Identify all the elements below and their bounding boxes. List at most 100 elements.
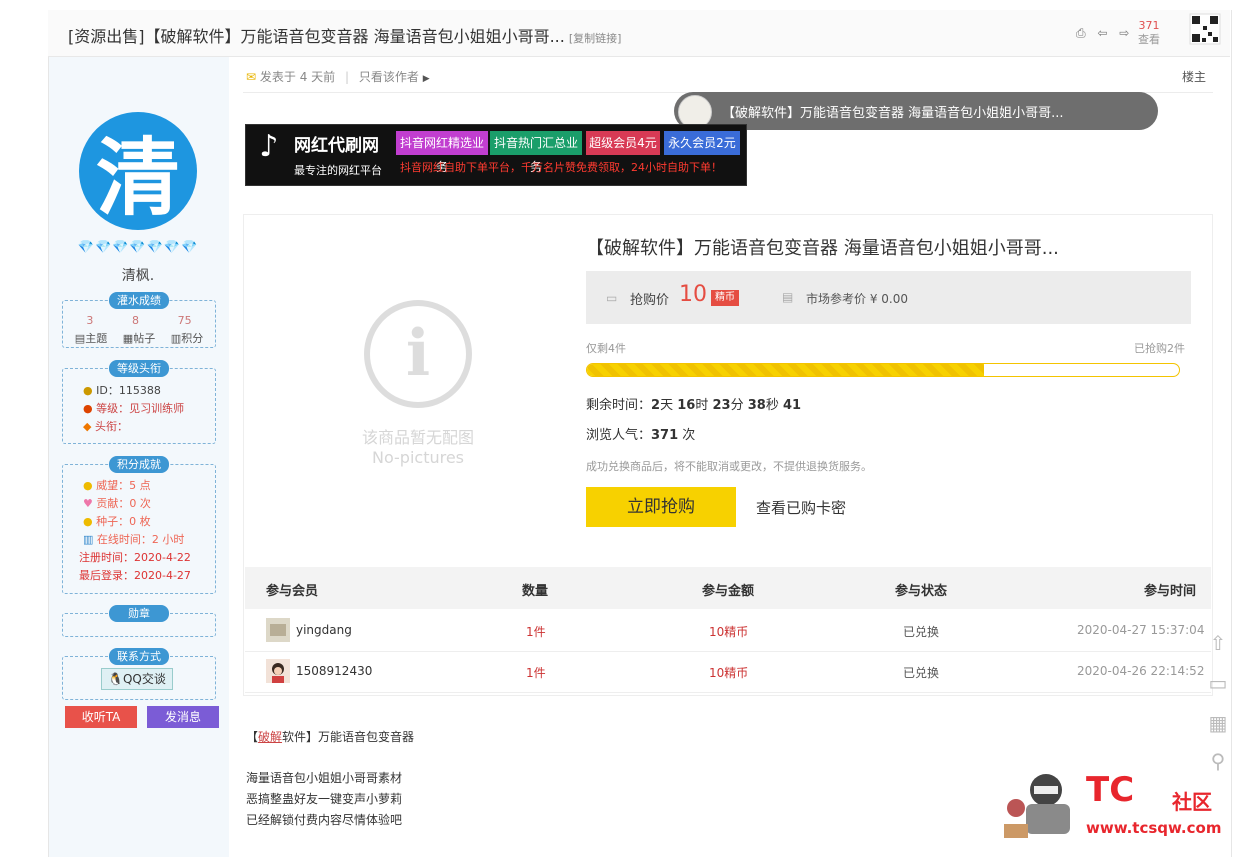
copy-link[interactable]: [复制链接] — [569, 32, 622, 45]
last-login: 最后登录：2020-4-27 — [79, 569, 191, 582]
seeds: ● 种子：0 枚 — [83, 515, 151, 528]
tiktok-logo-icon: ♪ — [259, 129, 279, 164]
price-bar: ▭ 抢购价 10 精币 ▤ 市场参考价 ¥ 0.00 — [586, 271, 1191, 324]
register-time: 注册时间：2020-4-22 — [79, 551, 191, 564]
stats-box: 灌水成绩 3 8 75 ▤主题 ▦帖子 ▥积分 — [62, 292, 216, 348]
heart-icon: ♥ — [83, 497, 93, 510]
level-title: 等级头衔 — [109, 360, 169, 377]
market-icon: ▤ — [782, 290, 794, 304]
banner-tag-2: 抖音热门汇总业务 — [490, 131, 582, 174]
medal-title: 勋章 — [109, 605, 169, 622]
currency-badge: 精币 — [711, 290, 739, 306]
col-time: 参与时间 — [1144, 584, 1197, 599]
play-icon: ▶ — [422, 74, 430, 84]
product-title: 【破解软件】万能语音包变音器 海量语音包小姐姐小哥哥... — [586, 238, 1059, 259]
thread-header: [资源出售]【破解软件】万能语音包变音器 海量语音包小姐姐小哥哥... [复制链接… — [48, 10, 1230, 57]
table-row: yingdang 1件 10精币 已兑换 2020-04-27 15:37:04 — [245, 611, 1211, 652]
buy-now-button[interactable]: 立即抢购 — [586, 487, 736, 527]
view-count: 371 查看 — [1138, 19, 1160, 46]
comment-icon[interactable]: ▭ — [1205, 670, 1231, 696]
stats-title: 灌水成绩 — [109, 292, 169, 309]
time: 2020-04-27 15:37:04 — [1077, 623, 1205, 637]
col-member: 参与会员 — [266, 584, 319, 599]
level-icon: ● — [83, 402, 93, 415]
stat-points-link[interactable]: ▥积分 — [171, 330, 203, 346]
market-price: 市场参考价 ¥ 0.00 — [806, 292, 908, 306]
points-title: 积分成就 — [109, 456, 169, 473]
price-value: 10 — [679, 282, 707, 307]
points-icon: ▥ — [170, 332, 182, 345]
qq-icon: 🐧 — [108, 672, 123, 686]
id-icon: ● — [83, 384, 93, 397]
countdown: 剩余时间：2天 16时 23分 38秒 41 — [586, 398, 802, 413]
user-title: ◆ 头衔： — [83, 420, 128, 433]
keyword-link[interactable]: 破解 — [258, 730, 282, 744]
post-line: 已经解锁付费内容尽情体验吧 — [246, 813, 403, 827]
table-row: 1508912430 1件 10精币 已兑换 2020-04-26 22:14:… — [245, 652, 1211, 693]
rank-gems-icon: 💎💎💎💎💎💎💎 — [77, 240, 199, 255]
view-popularity: 浏览人气：371 次 — [586, 428, 696, 443]
stat-topics-link[interactable]: ▤主题 — [75, 330, 107, 346]
site-watermark: TC 社区 www.tcsqw.com — [996, 764, 1236, 844]
no-image-text-en: No-pictures — [371, 448, 465, 467]
medal-box: 勋章 — [62, 605, 216, 637]
prestige: ● 威望：5 点 — [83, 479, 151, 492]
mascot-icon — [1004, 774, 1070, 838]
member-avatar[interactable] — [266, 618, 290, 642]
member-name[interactable]: 1508912430 — [296, 664, 372, 678]
username[interactable]: 清枫. — [66, 265, 210, 285]
contact-title: 联系方式 — [109, 648, 169, 665]
float-title: 【破解软件】万能语音包变音器 海量语音包小姐姐小哥哥... — [722, 106, 1064, 121]
col-amount: 参与金额 — [702, 584, 755, 599]
seed-icon: ● — [83, 515, 93, 528]
user-id: ● ID：115388 — [83, 384, 161, 397]
stat-topics-value: 3 — [86, 314, 94, 327]
avatar[interactable]: 清 — [79, 112, 197, 230]
info-icon: i — [364, 300, 472, 408]
no-image-placeholder: i 该商品暂无配图 No-pictures — [318, 300, 518, 490]
col-qty: 数量 — [522, 584, 549, 599]
contact-box: 联系方式 🐧QQ交谈 — [62, 648, 216, 700]
quantity: 1件 — [526, 625, 546, 639]
remaining-stock: 仅剩4件 — [586, 342, 626, 355]
send-message-button[interactable]: 发消息 — [147, 706, 219, 728]
price-tag-icon: ▭ — [606, 291, 618, 305]
progress-fill — [587, 364, 984, 376]
table-header: 参与会员 数量 参与金额 参与状态 参与时间 — [245, 567, 1211, 609]
only-author-link[interactable]: 只看该作者 — [359, 70, 419, 84]
amount: 10精币 — [709, 666, 749, 680]
no-image-text: 该商品暂无配图 — [361, 428, 474, 447]
stat-posts-value: 8 — [131, 314, 139, 327]
post-line: 海量语音包小姐姐小哥哥素材 — [246, 771, 403, 785]
price-label: 抢购价 — [630, 293, 670, 308]
post-line: 恶搞整蛊好友一键变声小萝莉 — [246, 792, 403, 806]
ad-banner[interactable]: ♪ 网红代刷网 最专注的网红平台 抖音网红精选业务 抖音热门汇总业务 超级会员4… — [245, 124, 747, 186]
level-box: 等级头衔 ● ID：115388 ● 等级：见习训练师 ◆ 头衔： — [62, 360, 216, 444]
rocket-icon[interactable]: ⇧ — [1205, 630, 1231, 656]
banner-desc: 抖音网红自助下单平台，千万名片赞免费领取，24小时自助下单！ — [400, 161, 722, 174]
qr-code-icon[interactable] — [1182, 12, 1222, 50]
status: 已兑换 — [903, 666, 940, 680]
bulb-icon: ● — [83, 479, 93, 492]
follow-button[interactable]: 收听TA — [65, 706, 137, 728]
view-purchased-card-link[interactable]: 查看已购卡密 — [756, 497, 846, 518]
points-box: 积分成就 ● 威望：5 点 ♥ 贡献：0 次 ● 种子：0 枚 ▥ 在线时间：2… — [62, 456, 216, 594]
banner-tag-4: 永久会员2元 — [664, 131, 740, 155]
print-prev-next-icons[interactable]: ⎙ ⇦ ⇨ — [1076, 26, 1133, 41]
status: 已兑换 — [903, 625, 940, 639]
time: 2020-04-26 22:14:52 — [1077, 664, 1205, 678]
title-icon: ◆ — [83, 420, 92, 433]
stat-posts-link[interactable]: ▦帖子 — [123, 330, 155, 346]
floor-label: 楼主 — [1182, 70, 1207, 84]
qq-chat-button[interactable]: 🐧QQ交谈 — [101, 668, 173, 690]
online-time: ▥ 在线时间：2 小时 — [83, 533, 185, 546]
user-level[interactable]: ● 等级：见习训练师 — [83, 400, 184, 416]
member-avatar[interactable] — [266, 659, 290, 683]
banner-sub: 最专注的网红平台 — [294, 164, 382, 177]
col-status: 参与状态 — [895, 584, 948, 599]
purchase-notice: 成功兑换商品后，将不能取消或更改，不提供退换货服务。 — [586, 460, 872, 473]
grid-icon[interactable]: ▦ — [1205, 710, 1231, 736]
member-name[interactable]: yingdang — [296, 623, 352, 637]
banner-name: 网红代刷网 — [294, 136, 379, 156]
thread-title: [资源出售]【破解软件】万能语音包变音器 海量语音包小姐姐小哥哥... [复制链接… — [68, 27, 622, 46]
